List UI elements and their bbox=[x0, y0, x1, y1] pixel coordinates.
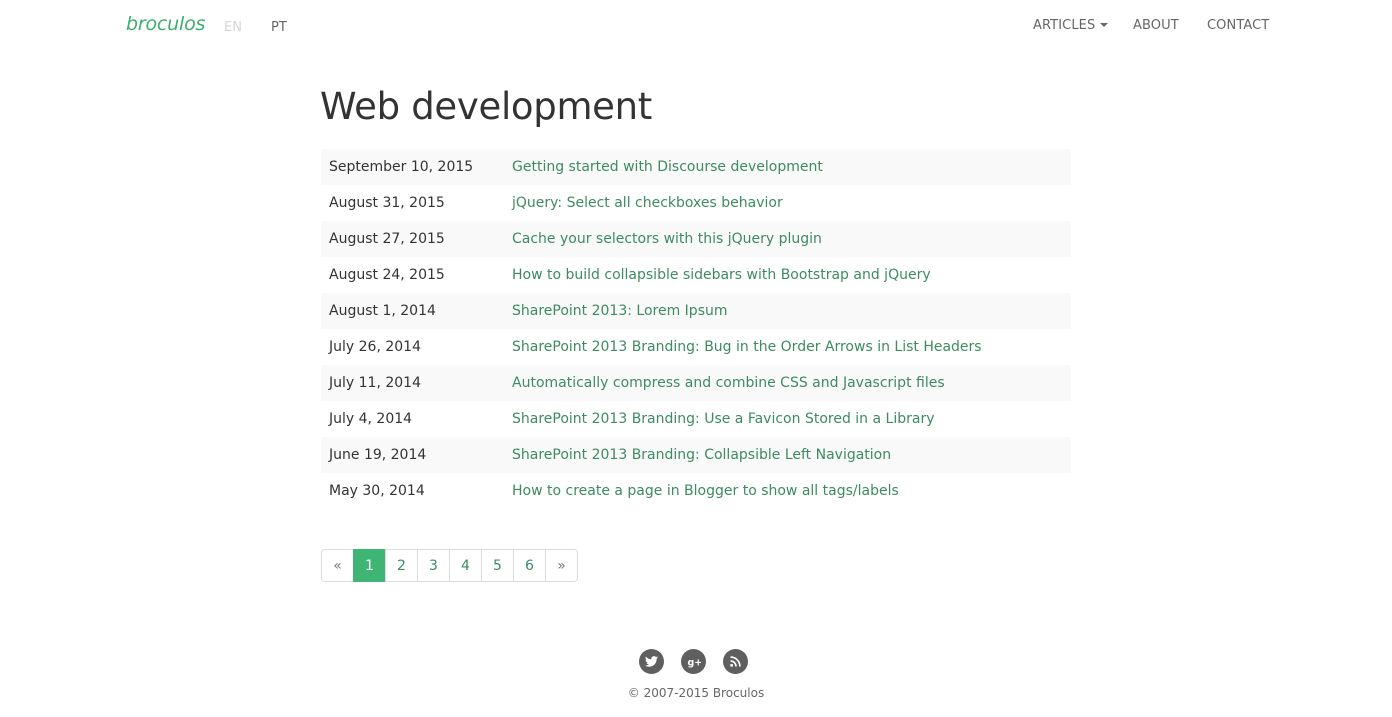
pagination-prev-button[interactable]: « bbox=[321, 549, 354, 582]
table-row: June 19, 2014 SharePoint 2013 Branding: … bbox=[321, 437, 1071, 473]
pagination-page-1[interactable]: 1 bbox=[353, 549, 386, 582]
table-row: July 11, 2014 Automatically compress and… bbox=[321, 365, 1071, 401]
table-row: July 26, 2014 SharePoint 2013 Branding: … bbox=[321, 329, 1071, 365]
page-title: Web development bbox=[320, 85, 653, 128]
post-link[interactable]: SharePoint 2013 Branding: Use a Favicon … bbox=[512, 411, 934, 427]
google-plus-icon[interactable]: g+ bbox=[681, 649, 706, 674]
table-row: August 31, 2015 jQuery: Select all check… bbox=[321, 185, 1071, 221]
post-date: August 1, 2014 bbox=[329, 303, 436, 319]
language-en-link[interactable]: EN bbox=[224, 20, 242, 35]
nav-articles-label: ARTICLES bbox=[1033, 18, 1096, 33]
nav-about-link[interactable]: ABOUT bbox=[1133, 18, 1179, 33]
post-date: August 27, 2015 bbox=[329, 231, 445, 247]
post-date: August 24, 2015 bbox=[329, 267, 445, 283]
post-date: August 31, 2015 bbox=[329, 195, 445, 211]
copyright-text: © 2007-2015 Broculos bbox=[627, 686, 765, 700]
post-link[interactable]: Automatically compress and combine CSS a… bbox=[512, 375, 945, 391]
nav-contact-link[interactable]: CONTACT bbox=[1207, 18, 1269, 33]
table-row: August 27, 2015 Cache your selectors wit… bbox=[321, 221, 1071, 257]
post-list: September 10, 2015 Getting started with … bbox=[321, 149, 1071, 509]
social-links: g+ bbox=[639, 649, 748, 674]
post-date: May 30, 2014 bbox=[329, 483, 425, 499]
caret-down-icon bbox=[1100, 22, 1109, 27]
post-date: September 10, 2015 bbox=[329, 159, 474, 175]
post-date: July 26, 2014 bbox=[329, 339, 421, 355]
navbar: broculos EN PT ARTICLES ABOUT CONTACT bbox=[0, 0, 1392, 52]
post-date: July 11, 2014 bbox=[329, 375, 421, 391]
pagination-next-button[interactable]: » bbox=[545, 549, 578, 582]
svg-text:g+: g+ bbox=[687, 657, 701, 668]
pagination-page-3[interactable]: 3 bbox=[417, 549, 450, 582]
pagination-page-4[interactable]: 4 bbox=[449, 549, 482, 582]
post-link[interactable]: jQuery: Select all checkboxes behavior bbox=[512, 195, 783, 211]
table-row: August 1, 2014 SharePoint 2013: Lorem Ip… bbox=[321, 293, 1071, 329]
table-row: September 10, 2015 Getting started with … bbox=[321, 149, 1071, 185]
post-link[interactable]: SharePoint 2013: Lorem Ipsum bbox=[512, 303, 728, 319]
post-link[interactable]: How to create a page in Blogger to show … bbox=[512, 483, 899, 499]
pagination-page-2[interactable]: 2 bbox=[385, 549, 418, 582]
post-link[interactable]: Getting started with Discourse developme… bbox=[512, 159, 823, 175]
post-date: June 19, 2014 bbox=[329, 447, 427, 463]
brand-logo-link[interactable]: broculos bbox=[126, 13, 205, 35]
post-date: July 4, 2014 bbox=[329, 411, 413, 427]
post-link[interactable]: How to build collapsible sidebars with B… bbox=[512, 267, 931, 283]
post-link[interactable]: SharePoint 2013 Branding: Bug in the Ord… bbox=[512, 339, 982, 355]
table-row: July 4, 2014 SharePoint 2013 Branding: U… bbox=[321, 401, 1071, 437]
post-link[interactable]: Cache your selectors with this jQuery pl… bbox=[512, 231, 822, 247]
table-row: August 24, 2015 How to build collapsible… bbox=[321, 257, 1071, 293]
language-pt-link[interactable]: PT bbox=[271, 20, 287, 35]
table-row: May 30, 2014 How to create a page in Blo… bbox=[321, 473, 1071, 509]
nav-articles-dropdown[interactable]: ARTICLES bbox=[1033, 18, 1109, 33]
pagination-page-6[interactable]: 6 bbox=[513, 549, 546, 582]
pagination-page-5[interactable]: 5 bbox=[481, 549, 514, 582]
twitter-icon[interactable] bbox=[639, 649, 664, 674]
post-link[interactable]: SharePoint 2013 Branding: Collapsible Le… bbox=[512, 447, 891, 463]
pagination: « 1 2 3 4 5 6 » bbox=[321, 549, 578, 582]
rss-icon[interactable] bbox=[723, 649, 748, 674]
